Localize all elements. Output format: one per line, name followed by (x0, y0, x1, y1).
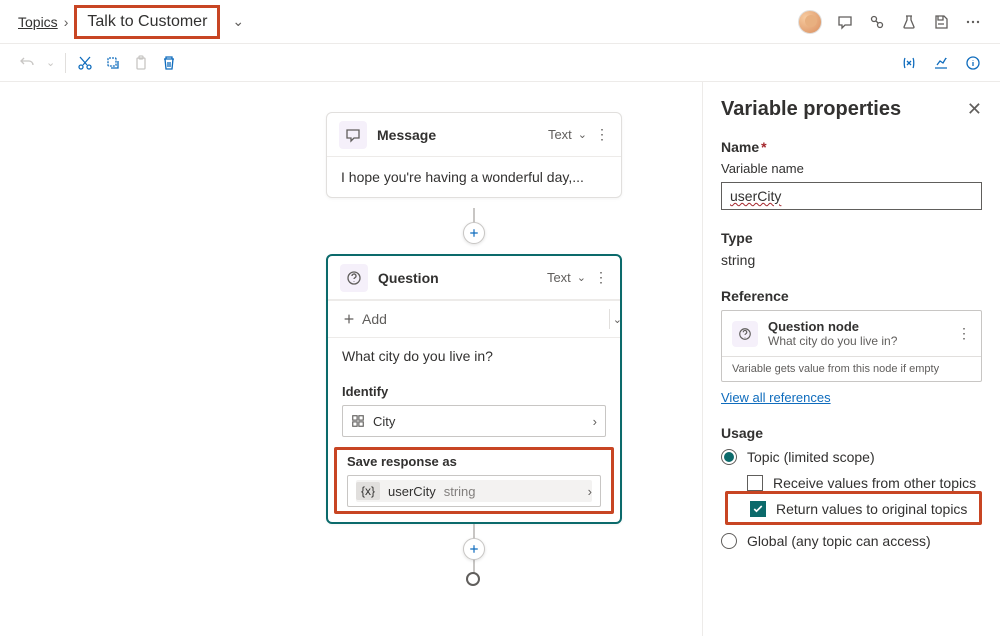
test-icon[interactable] (900, 13, 918, 31)
divider (65, 53, 66, 73)
checkbox-label: Receive values from other topics (773, 475, 976, 491)
main: Message Text⌄ ⋮ I hope you're having a w… (0, 82, 1000, 636)
node-meta[interactable]: Text⌄ (548, 127, 587, 142)
header-actions (798, 10, 982, 34)
save-response-field[interactable]: {x} userCity string › (347, 475, 601, 507)
node-header: Message Text⌄ ⋮ (327, 113, 621, 157)
reference-note: Variable gets value from this node if em… (722, 356, 981, 381)
checkbox-icon (747, 475, 763, 491)
usage-label: Usage (721, 425, 982, 441)
chevron-down-icon: ⌄ (577, 271, 586, 284)
reference-label: Reference (721, 288, 982, 304)
chevron-right-icon: › (593, 414, 597, 429)
variable-name: userCity (388, 484, 436, 499)
receive-values-checkbox[interactable]: Receive values from other topics (747, 475, 982, 491)
view-all-references-link[interactable]: View all references (721, 390, 831, 405)
delete-icon[interactable] (160, 54, 178, 72)
more-icon[interactable] (964, 13, 982, 31)
message-node[interactable]: Message Text⌄ ⋮ I hope you're having a w… (326, 112, 622, 198)
radio-label: Global (any topic can access) (747, 533, 931, 549)
reference-title: Question node (768, 319, 897, 334)
return-values-checkbox[interactable]: Return values to original topics (750, 501, 971, 517)
breadcrumb-current[interactable]: Talk to Customer (74, 5, 220, 39)
add-node-button[interactable] (463, 538, 485, 560)
chevron-down-icon: ⌄ (578, 128, 587, 141)
message-icon (339, 121, 367, 149)
breadcrumb: Topics › Talk to Customer ⌄ (18, 5, 244, 39)
breadcrumb-root[interactable]: Topics (18, 14, 58, 30)
chevron-right-icon: › (588, 484, 592, 499)
end-node (466, 572, 480, 586)
variable-icon: {x} (356, 482, 380, 500)
reference-subtitle: What city do you live in? (768, 334, 897, 348)
add-button[interactable]: Add ⌄ (328, 300, 620, 337)
name-sublabel: Variable name (721, 161, 982, 176)
node-body[interactable]: I hope you're having a wonderful day,... (327, 157, 621, 197)
node-title: Question (378, 270, 547, 286)
authoring-canvas[interactable]: Message Text⌄ ⋮ I hope you're having a w… (0, 82, 702, 636)
cut-icon[interactable] (76, 54, 94, 72)
radio-icon (721, 449, 737, 465)
node-title: Message (377, 127, 548, 143)
message-text: I hope you're having a wonderful day,... (341, 169, 607, 185)
node-menu-icon[interactable]: ⋮ (595, 126, 609, 143)
return-values-highlight: Return values to original topics (725, 491, 982, 525)
identify-label: Identify (342, 384, 606, 399)
question-icon (732, 321, 758, 347)
checkbox-icon (750, 501, 766, 517)
question-icon (340, 264, 368, 292)
type-label: Type (721, 230, 982, 246)
type-value: string (721, 252, 982, 268)
add-label: Add (362, 311, 387, 327)
avatar[interactable] (798, 10, 822, 34)
panel-title: Variable properties (721, 98, 967, 121)
node-meta[interactable]: Text⌄ (547, 270, 586, 285)
radio-label: Topic (limited scope) (747, 449, 875, 465)
prompt-text: What city do you live in? (342, 348, 606, 364)
info-icon[interactable] (964, 54, 982, 72)
app-header: Topics › Talk to Customer ⌄ (0, 0, 1000, 44)
checkbox-label: Return values to original topics (776, 501, 967, 517)
variable-properties-panel: Variable properties ✕ Name* Variable nam… (702, 82, 1000, 636)
copy-icon[interactable] (104, 54, 122, 72)
node-header: Question Text⌄ ⋮ (328, 256, 620, 300)
usage-topic-radio[interactable]: Topic (limited scope) (721, 449, 982, 465)
close-icon[interactable]: ✕ (967, 99, 982, 120)
node-menu-icon[interactable]: ⋮ (594, 269, 608, 286)
analytics-icon[interactable] (932, 54, 950, 72)
undo-icon[interactable] (18, 54, 36, 72)
save-response-highlight: Save response as {x} userCity string › (334, 447, 614, 514)
toolbar: ⌄ (0, 44, 1000, 82)
entity-icon (351, 414, 365, 428)
topic-checker-icon[interactable] (868, 13, 886, 31)
chevron-down-icon[interactable]: ⌄ (232, 13, 244, 30)
add-node-button[interactable] (463, 222, 485, 244)
radio-icon (721, 533, 737, 549)
undo-chevron-icon[interactable]: ⌄ (46, 56, 55, 69)
question-prompt[interactable]: What city do you live in? (328, 337, 620, 374)
usage-global-radio[interactable]: Global (any topic can access) (721, 533, 982, 549)
chevron-down-icon[interactable]: ⌄ (613, 313, 622, 326)
variables-icon[interactable] (900, 54, 918, 72)
paste-icon[interactable] (132, 54, 150, 72)
comment-icon[interactable] (836, 13, 854, 31)
name-label: Name* (721, 139, 982, 155)
question-node[interactable]: Question Text⌄ ⋮ Add ⌄ What city do you … (326, 254, 622, 524)
variable-name-input[interactable]: userCity (721, 182, 982, 210)
chevron-right-icon: › (64, 14, 69, 30)
reference-menu-icon[interactable]: ⋮ (957, 325, 971, 342)
identify-field[interactable]: City › (342, 405, 606, 437)
save-label: Save response as (347, 454, 601, 469)
reference-box: Question node What city do you live in? … (721, 310, 982, 382)
variable-type: string (444, 484, 476, 499)
save-icon[interactable] (932, 13, 950, 31)
identify-value: City (373, 414, 395, 429)
variable-chip: {x} userCity string › (356, 480, 592, 502)
